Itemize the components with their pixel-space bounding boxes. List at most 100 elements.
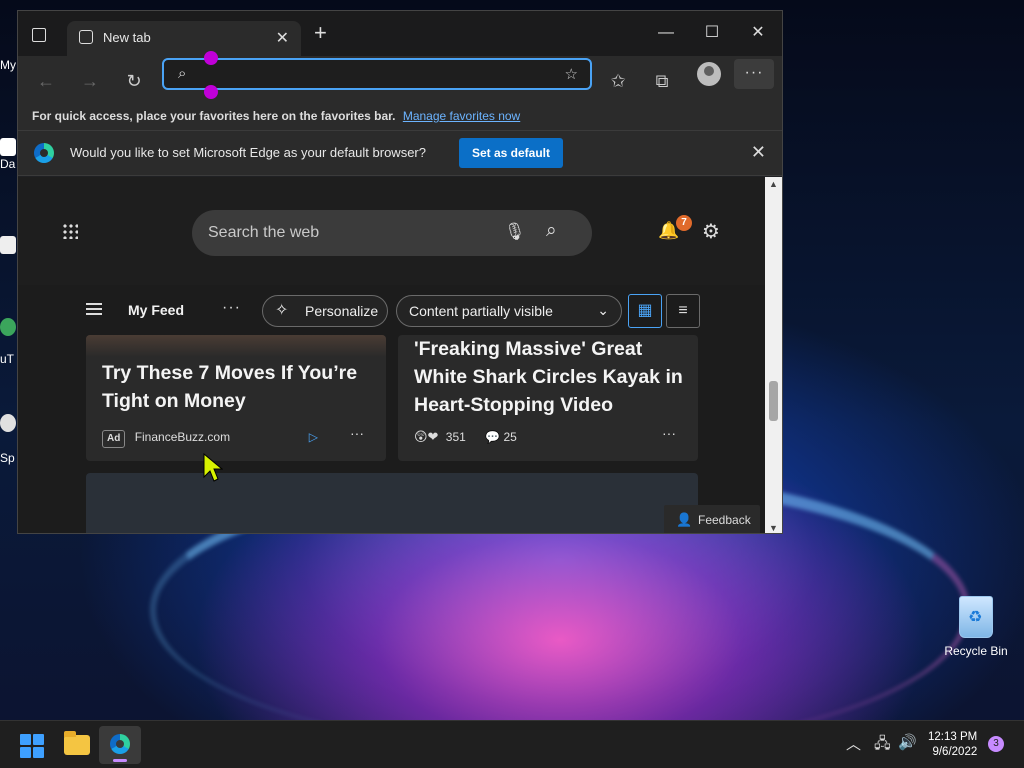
desktop-icon[interactable] bbox=[0, 414, 16, 432]
settings-and-more-button[interactable]: ··· bbox=[734, 59, 774, 89]
desktop-icon[interactable] bbox=[0, 236, 16, 254]
personalize-sparkle-icon: ✧ bbox=[275, 302, 289, 319]
volume-icon[interactable]: 🔊 bbox=[898, 733, 917, 751]
ntp-header: 🎙 ⌕ 🔔 7 ⚙ bbox=[18, 177, 766, 285]
forward-arrow-icon[interactable]: → bbox=[76, 67, 104, 95]
card-title[interactable]: 'Freaking Massive' Great White Shark Cir… bbox=[414, 335, 688, 419]
ad-choices-icon[interactable]: ▷ bbox=[309, 427, 318, 447]
address-bar[interactable]: ⌕ ☆ bbox=[162, 58, 592, 90]
web-search-box[interactable]: 🎙 ⌕ bbox=[192, 210, 592, 256]
recycle-bin[interactable]: ♻ Recycle Bin bbox=[940, 596, 1012, 658]
feed-card[interactable]: 'Freaking Massive' Great White Shark Cir… bbox=[398, 335, 698, 461]
card-title[interactable]: Try These 7 Moves If You’re Tight on Mon… bbox=[102, 359, 376, 415]
minimize-button[interactable]: — bbox=[646, 21, 686, 45]
close-infobar-icon[interactable]: ✕ bbox=[751, 142, 766, 163]
maximize-button[interactable]: ☐ bbox=[692, 21, 732, 45]
desktop-icon-label[interactable]: Sp bbox=[0, 451, 15, 465]
active-app-indicator bbox=[113, 759, 127, 762]
clock-date: 9/6/2022 bbox=[932, 746, 978, 758]
feed-toolbar: My Feed ··· ✧ Personalize Content partia… bbox=[86, 293, 706, 329]
close-tab-icon[interactable]: ✕ bbox=[276, 28, 289, 48]
close-window-button[interactable]: ✕ bbox=[738, 21, 778, 45]
new-tab-page: 🎙 ⌕ 🔔 7 ⚙ My Feed ··· ✧ Personalize Cont… bbox=[18, 177, 766, 533]
card-image bbox=[86, 335, 386, 357]
title-bar: New tab ✕ + — ☐ ✕ bbox=[18, 11, 782, 56]
personalize-button[interactable]: ✧ Personalize bbox=[262, 295, 388, 327]
default-browser-infobar: Would you like to set Microsoft Edge as … bbox=[18, 131, 782, 176]
show-hidden-icons-chevron-icon[interactable]: ︿ bbox=[846, 733, 861, 754]
tab-new-tab[interactable]: New tab ✕ bbox=[67, 21, 301, 56]
scroll-down-arrow-icon[interactable]: ▼ bbox=[769, 523, 778, 533]
desktop-icon[interactable] bbox=[0, 318, 16, 336]
card-meta: Ad FinanceBuzz.com ▷ ··· bbox=[102, 425, 372, 448]
new-tab-page-icon bbox=[79, 30, 93, 44]
grid-view-button[interactable]: ▦ bbox=[628, 294, 662, 328]
desktop-icon-label[interactable]: uT bbox=[0, 352, 14, 366]
network-icon[interactable]: 🖧 bbox=[874, 733, 891, 758]
notification-count-badge: 7 bbox=[676, 215, 692, 231]
text-cursor-bottom-marker bbox=[204, 85, 218, 99]
card-more-icon[interactable]: ··· bbox=[350, 423, 364, 443]
feed-card-placeholder[interactable] bbox=[86, 473, 698, 533]
file-explorer-icon[interactable] bbox=[64, 731, 90, 755]
navigation-toolbar: ← → ↻ ⌕ ☆ ✩ ⧉ ··· bbox=[18, 51, 782, 104]
infobar-message: Would you like to set Microsoft Edge as … bbox=[70, 145, 426, 160]
feedback-button[interactable]: 👤 Feedback bbox=[664, 505, 760, 533]
feed-card[interactable]: Try These 7 Moves If You’re Tight on Mon… bbox=[86, 335, 386, 461]
recycle-bin-label: Recycle Bin bbox=[944, 644, 1008, 658]
mouse-pointer-icon bbox=[203, 453, 223, 482]
feedback-label: Feedback bbox=[698, 513, 751, 527]
feed-title[interactable]: My Feed bbox=[128, 302, 184, 318]
list-view-button[interactable]: ≡ bbox=[666, 294, 700, 328]
edge-logo-icon bbox=[34, 143, 54, 163]
notification-center-badge[interactable]: 3 bbox=[988, 736, 1004, 752]
feed-more-icon[interactable]: ··· bbox=[222, 299, 241, 317]
refresh-icon[interactable]: ↻ bbox=[120, 67, 148, 95]
address-input[interactable] bbox=[204, 64, 534, 84]
app-launcher-icon[interactable] bbox=[62, 223, 78, 239]
chevron-down-icon: ⌄ bbox=[597, 302, 609, 318]
web-search-input[interactable] bbox=[208, 223, 488, 243]
feed-menu-icon[interactable] bbox=[86, 303, 102, 315]
card-meta: 😲❤ 351 💬 25 ··· bbox=[414, 425, 684, 447]
microphone-icon[interactable]: 🎙 bbox=[504, 222, 526, 242]
desktop-icon[interactable] bbox=[0, 138, 16, 156]
edge-window: New tab ✕ + — ☐ ✕ ← → ↻ ⌕ ☆ ✩ ⧉ ··· For … bbox=[17, 10, 783, 534]
personalize-label: Personalize bbox=[305, 303, 379, 319]
comment-icon[interactable]: 💬 bbox=[485, 430, 500, 444]
recycle-bin-icon: ♻ bbox=[959, 596, 993, 638]
comment-count: 25 bbox=[503, 430, 517, 444]
profile-avatar[interactable] bbox=[697, 62, 721, 86]
reactions-icon[interactable]: 😲❤ bbox=[414, 427, 438, 447]
tab-actions-icon[interactable] bbox=[32, 28, 46, 42]
favorites-icon[interactable]: ✩ bbox=[604, 67, 632, 95]
reaction-count: 351 bbox=[445, 430, 466, 444]
favorites-bar: For quick access, place your favorites h… bbox=[18, 104, 782, 131]
manage-favorites-link[interactable]: Manage favorites now bbox=[403, 109, 520, 123]
set-as-default-button[interactable]: Set as default bbox=[459, 138, 563, 168]
edge-logo-icon bbox=[110, 734, 130, 754]
taskbar-edge-button[interactable] bbox=[99, 726, 141, 764]
feedback-person-icon: 👤 bbox=[676, 512, 693, 527]
favorites-bar-hint: For quick access, place your favorites h… bbox=[32, 109, 396, 123]
system-clock[interactable]: 12:13 PM 9/6/2022 bbox=[928, 730, 977, 760]
search-icon: ⌕ bbox=[178, 65, 187, 82]
page-scrollbar[interactable]: ▲ ▼ bbox=[765, 177, 782, 533]
content-visibility-dropdown[interactable]: Content partially visible ⌄ bbox=[396, 295, 622, 327]
desktop-icon-label[interactable]: My bbox=[0, 58, 16, 72]
tab-title: New tab bbox=[103, 30, 151, 45]
page-settings-gear-icon[interactable]: ⚙ bbox=[702, 219, 720, 244]
search-submit-icon[interactable]: ⌕ bbox=[546, 220, 557, 242]
back-arrow-icon[interactable]: ← bbox=[32, 67, 60, 95]
content-visibility-value: Content partially visible bbox=[409, 303, 553, 319]
desktop-icon-label[interactable]: Da bbox=[0, 157, 15, 171]
scroll-thumb[interactable] bbox=[769, 381, 778, 421]
card-source: FinanceBuzz.com bbox=[134, 430, 231, 444]
clock-time: 12:13 PM bbox=[928, 731, 978, 743]
scroll-up-arrow-icon[interactable]: ▲ bbox=[769, 179, 778, 189]
start-windows-icon[interactable] bbox=[20, 734, 44, 758]
add-favorite-star-icon[interactable]: ☆ bbox=[565, 65, 578, 83]
card-more-icon[interactable]: ··· bbox=[662, 423, 676, 443]
new-tab-plus-icon[interactable]: + bbox=[314, 22, 327, 44]
collections-icon[interactable]: ⧉ bbox=[648, 67, 676, 95]
